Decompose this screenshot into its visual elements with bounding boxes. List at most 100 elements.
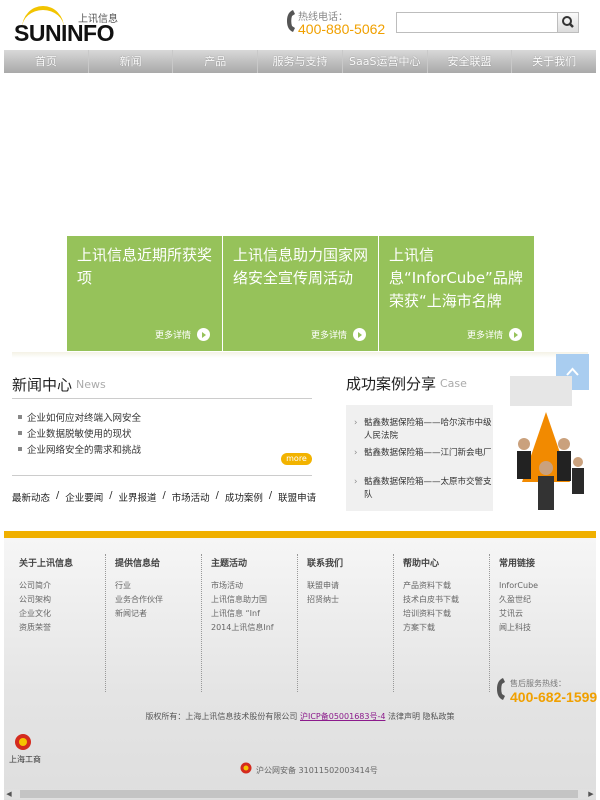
footer-column-info: 提供信息给 行业 业务合作伙伴 新闻记者 (115, 556, 211, 621)
category-separator: / (56, 490, 60, 501)
business-emblem-icon[interactable] (14, 733, 32, 751)
category-link[interactable]: 企业要闻 (65, 490, 103, 504)
news-section-subtitle: News (76, 378, 106, 391)
copyright-line: 版权所有：上海上讯信息技术股份有限公司 沪ICP备05001683号-4 法律声… (0, 711, 600, 722)
footer-separator (297, 554, 298, 692)
news-item[interactable]: 企业网络安全的需求和挑战 (18, 442, 141, 456)
footer-heading: 主题活动 (211, 559, 248, 569)
news-item[interactable]: 企业数据脱敏使用的现状 (18, 426, 132, 440)
category-separator: / (268, 490, 273, 501)
footer-column-contact: 联系我们 联盟申请 招贤纳士 (307, 556, 403, 607)
footer-link[interactable]: 招贤纳士 (307, 593, 403, 607)
aftersale-number: 400-682-1599 (510, 689, 598, 705)
footer-link[interactable]: 艾讯云 (499, 607, 595, 621)
category-link[interactable]: 最新动态 (12, 490, 50, 504)
case-item[interactable]: 骷鑫数据保险箱——江门新会电厂 (354, 447, 496, 460)
copyright-text: 版权所有：上海上讯信息技术股份有限公司 (145, 712, 298, 721)
footer-link[interactable]: 市场活动 (211, 579, 307, 593)
footer-link[interactable]: 公司架构 (19, 593, 115, 607)
footer-link[interactable]: 产品资料下载 (403, 579, 499, 593)
case-item[interactable]: 骷鑫数据保险箱——太原市交警支队 (354, 476, 496, 502)
footer-link[interactable]: 联盟申请 (307, 579, 403, 593)
scrollbar-thumb[interactable] (20, 790, 578, 798)
bullet-icon (18, 431, 22, 435)
divider (12, 398, 312, 399)
footer-heading: 提供信息给 (115, 559, 161, 569)
footer-heading: 联系我们 (307, 559, 344, 569)
logo-subtitle: 上讯信息 (78, 14, 118, 25)
search-button[interactable] (557, 12, 579, 33)
footer-link[interactable]: 2014上讯信息Inf (211, 621, 307, 635)
card-more-link[interactable]: 更多详情 (155, 328, 210, 341)
nav-alliance[interactable]: 安全联盟 (428, 50, 513, 73)
footer-accent-bar (4, 531, 596, 538)
main-nav: 首页 新闻 产品 服务与支持 SaaS运营中心 安全联盟 关于我们 (4, 50, 596, 73)
privacy-link[interactable]: 隐私政策 (423, 712, 455, 721)
footer-column-help: 帮助中心 产品资料下载 技术白皮书下载 培训资料下载 方案下载 (403, 556, 499, 635)
nav-saas[interactable]: SaaS运营中心 (343, 50, 428, 73)
footer-link[interactable]: 上讯信息 “Inf (211, 607, 307, 621)
footer-link[interactable]: 技术白皮书下载 (403, 593, 499, 607)
news-card-3[interactable]: 上讯信息“InforCube”品牌荣获“上海市名牌 更多详情 (379, 236, 534, 351)
nav-home[interactable]: 首页 (4, 50, 89, 73)
footer-link[interactable]: 培训资料下载 (403, 607, 499, 621)
news-section-title: 新闻中心 (12, 376, 73, 394)
footer-link[interactable]: 方案下载 (403, 621, 499, 635)
card-title: 上讯信息近期所获奖项 (77, 246, 213, 287)
phone-icon (287, 10, 295, 32)
footer-link[interactable]: 资质荣誉 (19, 621, 115, 635)
news-item-label: 企业数据脱敏使用的现状 (27, 429, 132, 440)
card-more-label: 更多详情 (466, 331, 503, 341)
card-more-link[interactable]: 更多详情 (467, 328, 522, 341)
nav-news[interactable]: 新闻 (89, 50, 174, 73)
banner-area (0, 74, 600, 234)
card-more-label: 更多详情 (154, 331, 191, 341)
news-card-1[interactable]: 上讯信息近期所获奖项 更多详情 (67, 236, 222, 351)
footer-link[interactable]: 新闻记者 (115, 607, 211, 621)
footer-column-about: 关于上讯信息 公司简介 公司架构 企业文化 资质荣誉 (19, 556, 115, 635)
footer-link[interactable]: 企业文化 (19, 607, 115, 621)
category-separator: / (162, 490, 166, 501)
play-arrow-icon (353, 328, 366, 341)
nav-about[interactable]: 关于我们 (512, 50, 596, 73)
footer-link[interactable]: 行业 (115, 579, 211, 593)
category-link[interactable]: 业界报道 (118, 490, 156, 504)
nav-products[interactable]: 产品 (173, 50, 259, 73)
divider (12, 475, 312, 476)
news-item-label: 企业如何应对终端入网安全 (27, 413, 142, 424)
scroll-right-icon[interactable]: ▶ (586, 789, 596, 799)
news-card-2[interactable]: 上讯信息助力国家网络安全宣传周活动 更多详情 (223, 236, 378, 351)
nav-services[interactable]: 服务与支持 (258, 50, 343, 73)
footer-link[interactable]: 闻上科技 (499, 621, 595, 635)
legal-link[interactable]: 法律声明 (388, 712, 420, 721)
play-arrow-icon (197, 328, 210, 341)
category-link[interactable]: 联盟申请 (278, 490, 316, 504)
footer-column-events: 主题活动 市场活动 上讯信息助力国 上讯信息 “Inf 2014上讯信息Inf (211, 556, 307, 635)
police-emblem-icon (240, 762, 252, 774)
category-link[interactable]: 成功案例 (225, 490, 263, 504)
footer-link[interactable]: InforCube (499, 579, 595, 593)
aftersale-label: 售后服务热线： (510, 679, 566, 688)
news-item[interactable]: 企业如何应对终端入网安全 (18, 410, 141, 424)
footer-heading: 帮助中心 (403, 559, 440, 569)
card-more-link[interactable]: 更多详情 (311, 328, 366, 341)
footer-separator (105, 554, 106, 692)
footer-separator (393, 554, 394, 692)
scroll-left-icon[interactable]: ◀ (4, 789, 14, 799)
category-separator: / (109, 490, 113, 501)
news-more-button[interactable]: more (281, 453, 312, 465)
card-shadow-strip (12, 352, 588, 358)
search-input[interactable] (396, 12, 558, 33)
business-label[interactable]: 上海工商 (9, 754, 41, 765)
bullet-icon (18, 447, 22, 451)
case-item[interactable]: 骷鑫数据保险箱——哈尔滨市中级人民法院 (354, 417, 496, 443)
category-link[interactable]: 市场活动 (172, 490, 210, 504)
success-team-image (510, 376, 584, 510)
footer-link[interactable]: 久盈世纪 (499, 593, 595, 607)
footer-link[interactable]: 业务合作伙伴 (115, 593, 211, 607)
footer-link[interactable]: 上讯信息助力国 (211, 593, 307, 607)
icp-link[interactable]: 沪ICP备05001683号-4 (300, 712, 385, 721)
police-record-link[interactable]: 沪公网安备 31011502003414号 (256, 765, 378, 776)
card-more-label: 更多详情 (310, 331, 347, 341)
footer-link[interactable]: 公司简介 (19, 579, 115, 593)
